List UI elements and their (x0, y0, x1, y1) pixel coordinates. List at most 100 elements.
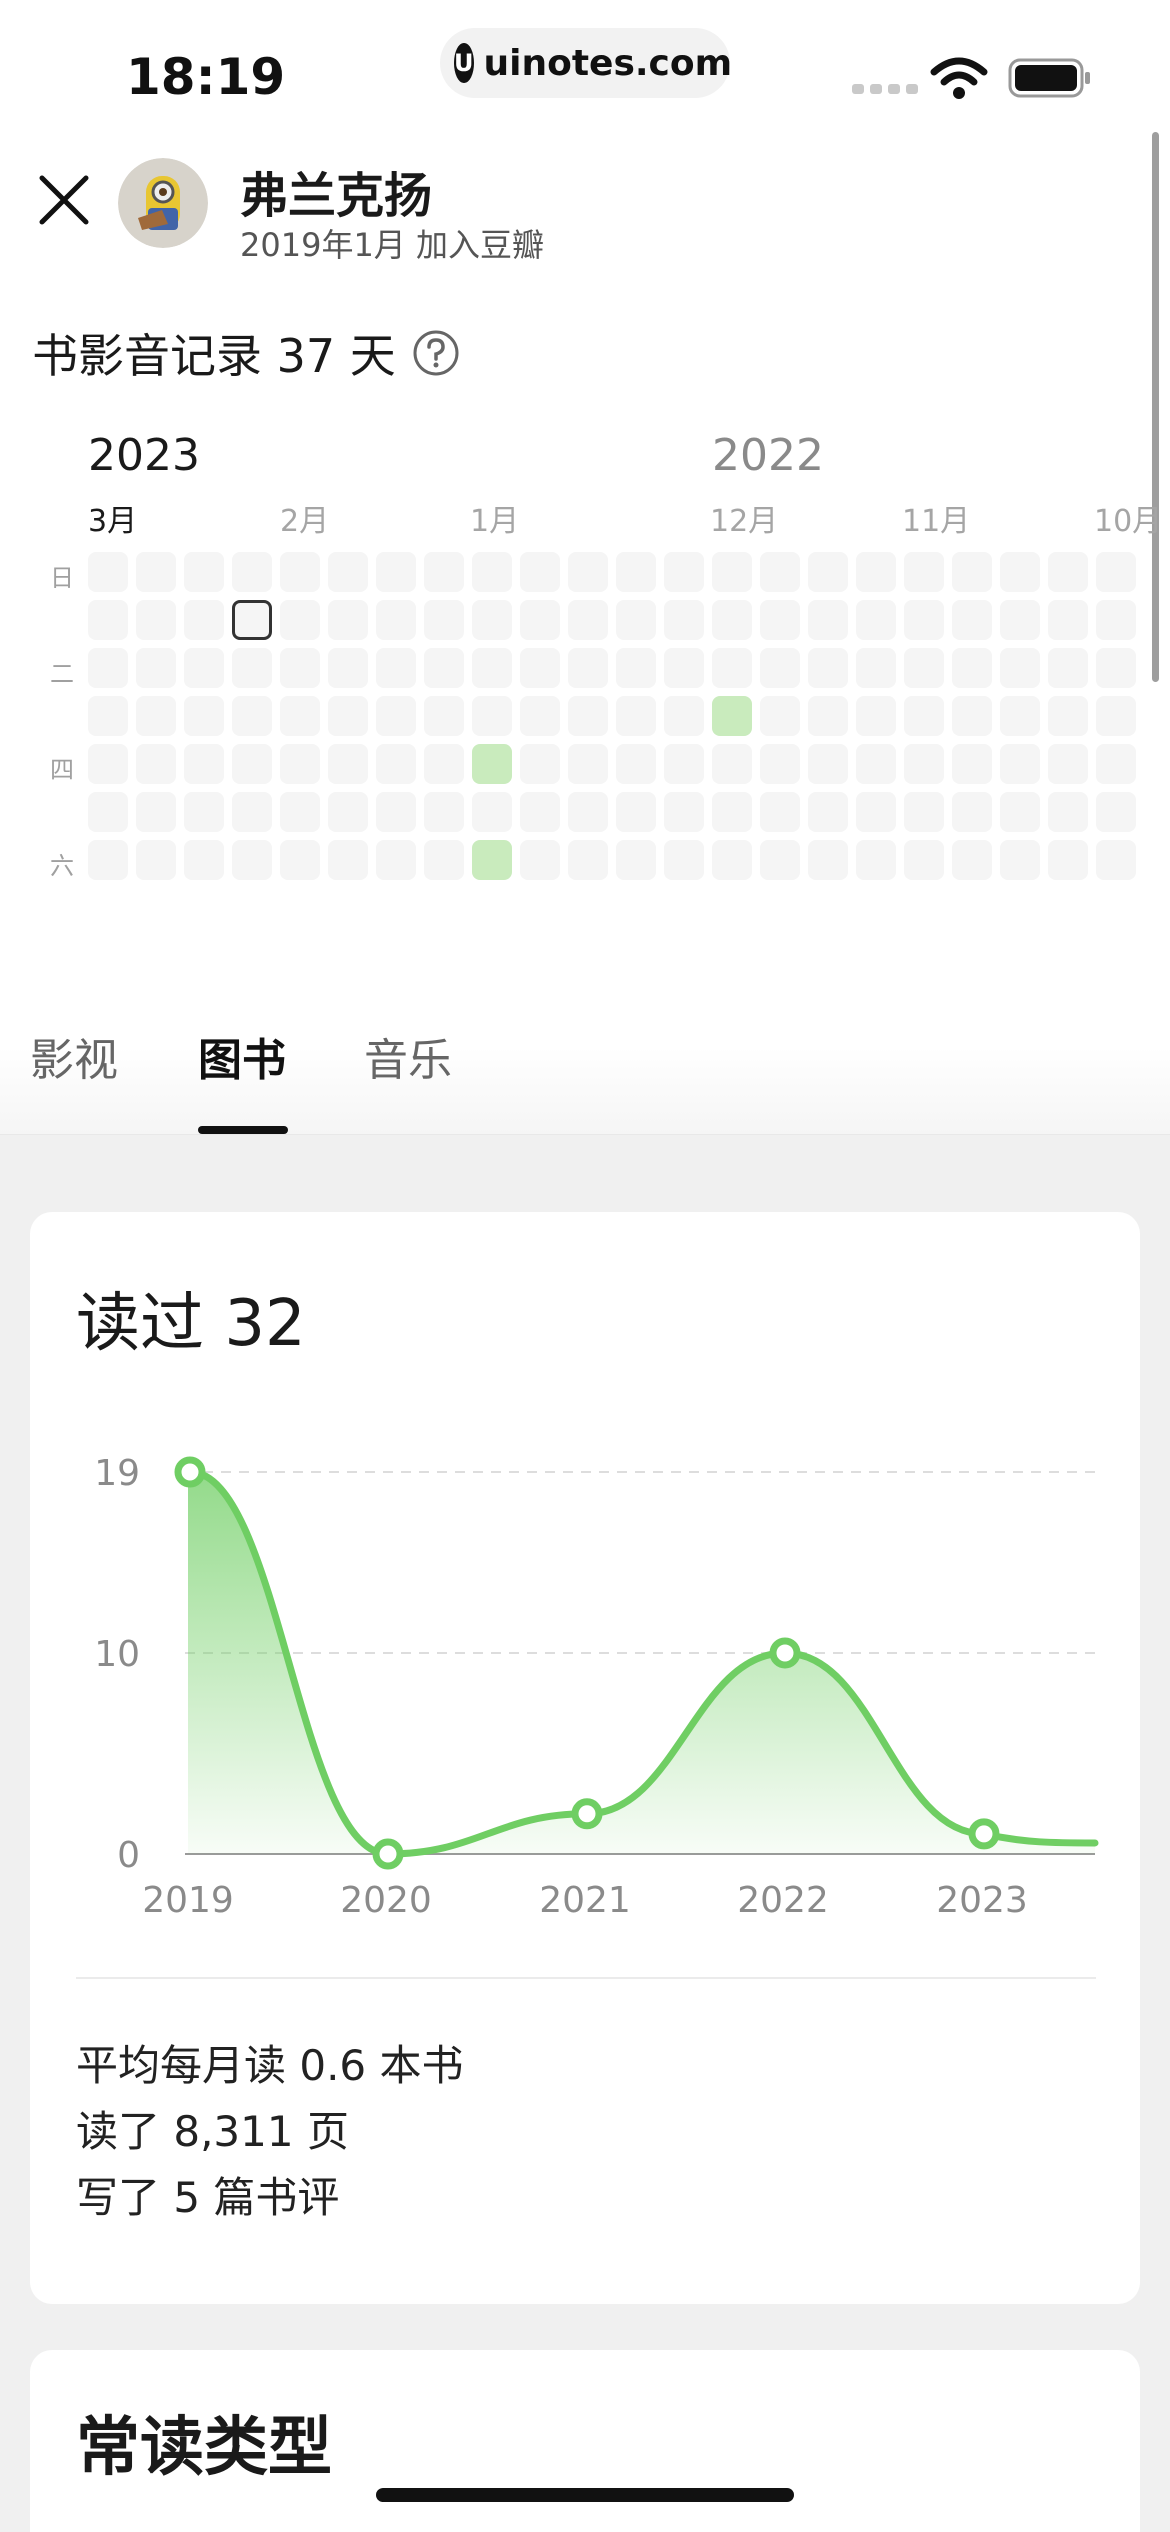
heatmap-day-cell[interactable] (232, 552, 272, 592)
heatmap-day-cell[interactable] (328, 600, 368, 640)
heatmap-day-cell[interactable] (1096, 600, 1136, 640)
heatmap-day-cell[interactable] (664, 552, 704, 592)
heatmap-day-cell[interactable] (328, 696, 368, 736)
heatmap-day-cell[interactable] (424, 552, 464, 592)
heatmap-day-cell[interactable] (1048, 792, 1088, 832)
heatmap-day-cell[interactable] (184, 696, 224, 736)
heatmap-day-cell[interactable] (1048, 840, 1088, 880)
heatmap-day-cell[interactable] (856, 552, 896, 592)
heatmap-day-cell[interactable] (424, 600, 464, 640)
heatmap-day-cell[interactable] (568, 600, 608, 640)
heatmap-day-cell[interactable] (664, 696, 704, 736)
tab-movies[interactable]: 影视 (30, 1024, 118, 1088)
heatmap-day-cell[interactable] (280, 696, 320, 736)
heatmap-day-cell[interactable] (568, 696, 608, 736)
heatmap-day-cell[interactable] (1048, 744, 1088, 784)
heatmap-day-cell[interactable] (712, 744, 752, 784)
heatmap-day-cell[interactable] (136, 648, 176, 688)
heatmap-day-cell[interactable] (760, 552, 800, 592)
heatmap-day-cell[interactable] (328, 840, 368, 880)
heatmap-day-cell[interactable] (616, 744, 656, 784)
heatmap-day-cell[interactable] (760, 744, 800, 784)
heatmap-day-cell[interactable] (568, 648, 608, 688)
heatmap-day-cell[interactable] (88, 600, 128, 640)
heatmap-day-cell[interactable] (808, 840, 848, 880)
data-point[interactable] (372, 1838, 404, 1870)
heatmap-day-cell[interactable] (1000, 648, 1040, 688)
heatmap-day-cell[interactable] (808, 792, 848, 832)
heatmap-day-cell[interactable] (1096, 840, 1136, 880)
heatmap-day-cell[interactable] (424, 696, 464, 736)
heatmap-day-cell[interactable] (712, 840, 752, 880)
heatmap-day-cell[interactable] (184, 840, 224, 880)
heatmap-day-cell[interactable] (232, 840, 272, 880)
heatmap-day-cell[interactable] (520, 840, 560, 880)
heatmap-day-cell[interactable] (568, 840, 608, 880)
heatmap-day-cell[interactable] (520, 744, 560, 784)
heatmap-day-cell[interactable] (616, 648, 656, 688)
heatmap-day-cell[interactable] (760, 792, 800, 832)
heatmap-day-cell[interactable] (280, 744, 320, 784)
heatmap-day-cell[interactable] (1096, 792, 1136, 832)
heatmap-day-cell[interactable] (1048, 648, 1088, 688)
heatmap-day-cell[interactable] (856, 600, 896, 640)
heatmap-day-cell[interactable] (904, 648, 944, 688)
url-pill[interactable]: U uinotes.com (440, 28, 732, 98)
heatmap-day-cell[interactable] (136, 744, 176, 784)
heatmap-day-cell[interactable] (1000, 792, 1040, 832)
heatmap-day-cell[interactable] (280, 600, 320, 640)
heatmap-day-cell[interactable] (712, 600, 752, 640)
heatmap-day-cell[interactable] (808, 744, 848, 784)
heatmap-day-cell[interactable] (808, 696, 848, 736)
heatmap-day-cell[interactable] (952, 744, 992, 784)
heatmap-day-cell[interactable] (472, 696, 512, 736)
heatmap-day-cell[interactable] (568, 744, 608, 784)
heatmap-day-cell[interactable] (1048, 600, 1088, 640)
heatmap-day-cell[interactable] (328, 744, 368, 784)
heatmap-day-cell[interactable] (1000, 696, 1040, 736)
heatmap-day-cell[interactable] (328, 648, 368, 688)
heatmap-day-cell[interactable] (376, 552, 416, 592)
heatmap-day-cell[interactable] (1096, 552, 1136, 592)
heatmap-day-cell[interactable] (760, 600, 800, 640)
heatmap-day-cell[interactable] (88, 648, 128, 688)
heatmap-day-cell[interactable] (328, 792, 368, 832)
heatmap-day-cell[interactable] (88, 840, 128, 880)
heatmap-day-cell[interactable] (568, 552, 608, 592)
help-icon[interactable] (412, 329, 460, 377)
heatmap-day-cell[interactable] (424, 744, 464, 784)
heatmap-day-cell[interactable] (712, 696, 752, 736)
heatmap-day-cell[interactable] (616, 840, 656, 880)
heatmap-day-cell[interactable] (376, 744, 416, 784)
heatmap-day-cell[interactable] (520, 792, 560, 832)
heatmap-day-cell[interactable] (904, 792, 944, 832)
heatmap-day-cell[interactable] (856, 744, 896, 784)
heatmap-day-cell[interactable] (88, 792, 128, 832)
heatmap-day-cell[interactable] (136, 600, 176, 640)
heatmap-day-cell[interactable] (280, 840, 320, 880)
heatmap-day-cell[interactable] (1096, 648, 1136, 688)
home-indicator[interactable] (376, 2488, 794, 2502)
heatmap-day-cell[interactable] (1048, 696, 1088, 736)
heatmap-day-cell[interactable] (472, 744, 512, 784)
heatmap-day-cell[interactable] (424, 840, 464, 880)
heatmap-day-cell[interactable] (712, 552, 752, 592)
heatmap-day-cell[interactable] (376, 648, 416, 688)
heatmap-day-cell[interactable] (952, 648, 992, 688)
heatmap-day-cell[interactable] (232, 744, 272, 784)
heatmap-day-cell[interactable] (1000, 552, 1040, 592)
heatmap-day-cell[interactable] (232, 600, 272, 640)
heatmap-day-cell[interactable] (1096, 696, 1136, 736)
heatmap-day-cell[interactable] (88, 552, 128, 592)
heatmap-day-cell[interactable] (472, 552, 512, 592)
heatmap-day-cell[interactable] (664, 600, 704, 640)
heatmap-day-cell[interactable] (952, 552, 992, 592)
heatmap-day-cell[interactable] (664, 744, 704, 784)
heatmap-day-cell[interactable] (520, 696, 560, 736)
heatmap-day-cell[interactable] (856, 840, 896, 880)
heatmap-day-cell[interactable] (472, 600, 512, 640)
heatmap-day-cell[interactable] (184, 648, 224, 688)
heatmap-day-cell[interactable] (616, 792, 656, 832)
heatmap-day-cell[interactable] (760, 696, 800, 736)
heatmap-day-cell[interactable] (88, 696, 128, 736)
